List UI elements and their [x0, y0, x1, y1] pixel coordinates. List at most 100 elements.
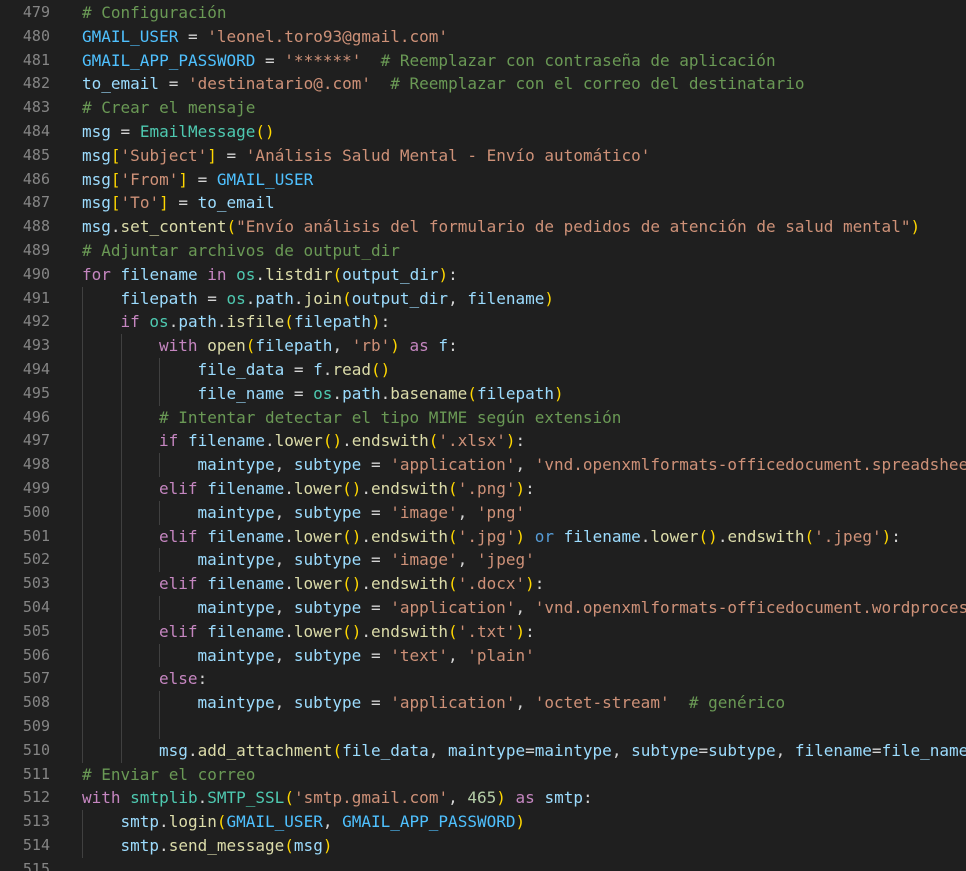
code-token: =: [284, 383, 314, 403]
code-line[interactable]: # Intentar detectar el tipo MIME según e…: [159, 406, 621, 430]
code-line[interactable]: with smtplib.SMTP_SSL('smtp.gmail.com', …: [82, 786, 593, 810]
code-line[interactable]: elif filename.lower().endswith('.png'):: [159, 477, 535, 501]
code-token: :: [534, 574, 545, 594]
code-line[interactable]: GMAIL_USER = 'leonel.toro93@gmail.com': [82, 25, 448, 49]
code-line[interactable]: maintype, subtype = 'application', 'vnd.…: [198, 596, 966, 620]
code-line[interactable]: else:: [159, 667, 207, 691]
code-line[interactable]: # Crear el mensaje: [82, 96, 255, 120]
code-line[interactable]: if os.path.isfile(filepath):: [121, 310, 391, 334]
code-line[interactable]: maintype, subtype = 'text', 'plain': [198, 644, 535, 668]
code-token: .: [159, 836, 169, 855]
indent-guide: [120, 334, 122, 358]
code-line[interactable]: # Enviar el correo: [82, 763, 255, 787]
code-line[interactable]: elif filename.lower().endswith('.docx'):: [159, 572, 544, 596]
line-number: 512: [22, 788, 50, 807]
code-line[interactable]: msg = EmailMessage(): [82, 120, 275, 144]
code-line[interactable]: msg['From'] = GMAIL_USER: [82, 168, 313, 192]
code-token: 'Análisis Salud Mental - Envío automátic…: [245, 145, 651, 165]
code-token: maintype: [197, 645, 275, 665]
code-line[interactable]: elif filename.lower().endswith('.txt'):: [159, 620, 535, 644]
code-line[interactable]: with open(filepath, 'rb') as f:: [159, 334, 458, 358]
line-number: 501: [22, 526, 50, 545]
code-token: filepath: [120, 288, 198, 308]
indent-guide: [82, 596, 83, 620]
code-token: .: [110, 217, 121, 237]
code-line[interactable]: # Adjuntar archivos de output_dir: [82, 239, 400, 263]
code-token: ]: [159, 193, 169, 213]
code-token: elif: [159, 479, 198, 498]
code-line[interactable]: msg['To'] = to_email: [82, 191, 275, 215]
line-number: 482: [22, 74, 50, 93]
code-line[interactable]: msg.set_content("Envío análisis del form…: [82, 215, 920, 239]
indent-guide: [82, 429, 83, 454]
code-token: path: [342, 383, 381, 403]
code-token: (): [370, 360, 391, 379]
line-number: 489: [22, 241, 50, 259]
code-token: .: [717, 526, 728, 546]
code-token: maintype: [197, 502, 275, 522]
code-line[interactable]: maintype, subtype = 'image', 'jpeg': [198, 548, 535, 572]
code-line[interactable]: # Configuración: [82, 1, 227, 25]
code-token: (: [216, 812, 227, 832]
indent-guide: [82, 310, 83, 335]
code-token: (: [448, 526, 458, 546]
line-number: 500: [22, 502, 50, 521]
code-line[interactable]: if filename.lower().endswith('.xlsx'):: [159, 429, 525, 453]
code-line[interactable]: maintype, subtype = 'application', 'octe…: [198, 691, 786, 715]
line-number: 496: [22, 407, 50, 426]
code-area[interactable]: # Configuración GMAIL_USER = 'leonel.toro…: [82, 0, 966, 871]
line-number: 504: [22, 598, 50, 616]
line-number: 480: [22, 26, 50, 45]
code-token: :: [380, 312, 391, 332]
code-token: ): [438, 264, 449, 284]
code-token: with: [82, 788, 121, 808]
code-token: f: [438, 336, 449, 356]
code-line[interactable]: maintype, subtype = 'image', 'png': [198, 501, 526, 525]
code-token: filename: [207, 526, 285, 546]
code-line[interactable]: filepath = os.path.join(output_dir, file…: [121, 287, 555, 311]
code-token: output_dir: [342, 264, 439, 284]
code-token: :: [582, 788, 593, 808]
code-line[interactable]: file_name = os.path.basename(filepath): [198, 382, 564, 406]
code-token: ): [525, 574, 535, 594]
code-editor[interactable]: 479 480 481 482 483 484 485 486 487 488 489 490 491 4…: [0, 0, 966, 871]
indent-guide: [120, 429, 122, 454]
code-line[interactable]: smtp.login(GMAIL_USER, GMAIL_APP_PASSWOR…: [121, 810, 526, 834]
code-token: .: [380, 383, 391, 403]
code-token: 'smtp.gmail.com': [293, 788, 449, 808]
code-token: ,: [515, 693, 535, 713]
code-token: (: [448, 574, 458, 594]
code-token: =: [361, 645, 391, 665]
code-token: open: [207, 336, 246, 356]
indent-guide: [82, 810, 83, 834]
code-token: if: [159, 431, 179, 451]
code-token: =: [361, 693, 391, 713]
code-line[interactable]: for filename in os.listdir(output_dir):: [82, 263, 458, 287]
indent-guide: [82, 691, 83, 715]
code-line[interactable]: GMAIL_APP_PASSWORD = '******' # Reemplaz…: [82, 49, 776, 73]
code-line[interactable]: elif filename.lower().endswith('.jpg') o…: [159, 525, 901, 549]
code-line[interactable]: maintype, subtype = 'application', 'vnd.…: [198, 453, 966, 477]
code-line[interactable]: msg.add_attachment(file_data, maintype=m…: [159, 739, 966, 763]
code-line[interactable]: file_data = f.read(): [198, 358, 391, 382]
line-number: 505: [22, 621, 50, 640]
code-token: ,: [775, 740, 795, 760]
code-token: ,: [515, 455, 535, 475]
code-token: =: [110, 122, 140, 141]
code-token: maintype: [197, 550, 275, 570]
indent-guide: [120, 619, 122, 644]
code-token: # Configuración: [82, 3, 227, 22]
code-token: 465: [467, 788, 497, 808]
code-token: set_content: [120, 217, 227, 237]
code-line[interactable]: smtp.send_message(msg): [121, 834, 333, 858]
code-token: filepath: [293, 312, 371, 332]
indent-guide: [82, 524, 83, 549]
code-line[interactable]: msg['Subject'] = 'Análisis Salud Mental …: [82, 144, 650, 168]
code-line[interactable]: to_email = 'destinatario@.com' # Reempla…: [82, 72, 804, 96]
indent-guide: [82, 834, 83, 858]
